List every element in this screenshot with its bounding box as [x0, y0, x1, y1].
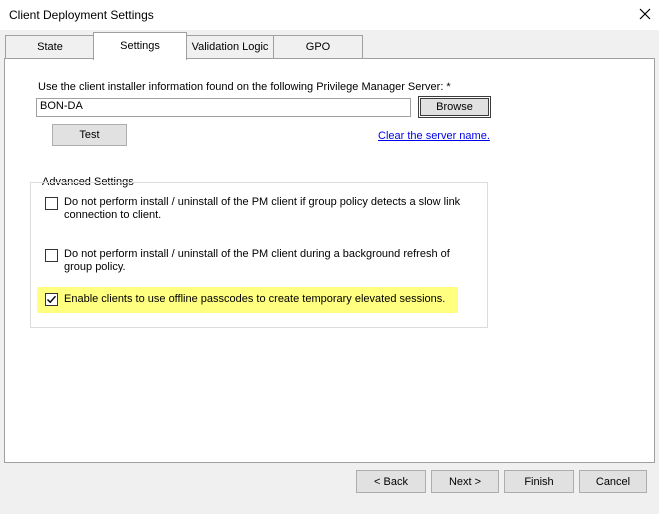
background-refresh-checkbox[interactable]	[45, 249, 58, 262]
finish-button[interactable]: Finish	[504, 470, 574, 493]
offline-passcodes-label: Enable clients to use offline passcodes …	[64, 293, 446, 305]
server-input[interactable]: BON-DA	[36, 98, 411, 117]
slow-link-checkbox[interactable]	[45, 197, 58, 210]
background-refresh-label: Do not perform install / uninstall of th…	[64, 248, 450, 273]
next-button[interactable]: Next >	[431, 470, 499, 493]
window-title: Client Deployment Settings	[9, 8, 154, 22]
server-label: Use the client installer information fou…	[38, 81, 451, 93]
checkmark-icon	[47, 295, 57, 304]
slow-link-label: Do not perform install / uninstall of th…	[64, 196, 461, 221]
clear-server-link[interactable]: Clear the server name.	[378, 130, 490, 142]
offline-passcodes-checkbox[interactable]	[45, 293, 58, 306]
tab-state[interactable]: State	[5, 35, 95, 59]
back-button[interactable]: < Back	[356, 470, 426, 493]
cancel-button[interactable]: Cancel	[579, 470, 647, 493]
tab-settings[interactable]: Settings	[93, 32, 187, 60]
close-icon[interactable]	[634, 3, 656, 25]
tab-gpo[interactable]: GPO	[273, 35, 363, 59]
test-button[interactable]: Test	[52, 124, 127, 146]
tab-validation-logic[interactable]: Validation Logic	[186, 35, 274, 59]
browse-button[interactable]: Browse	[418, 96, 491, 118]
